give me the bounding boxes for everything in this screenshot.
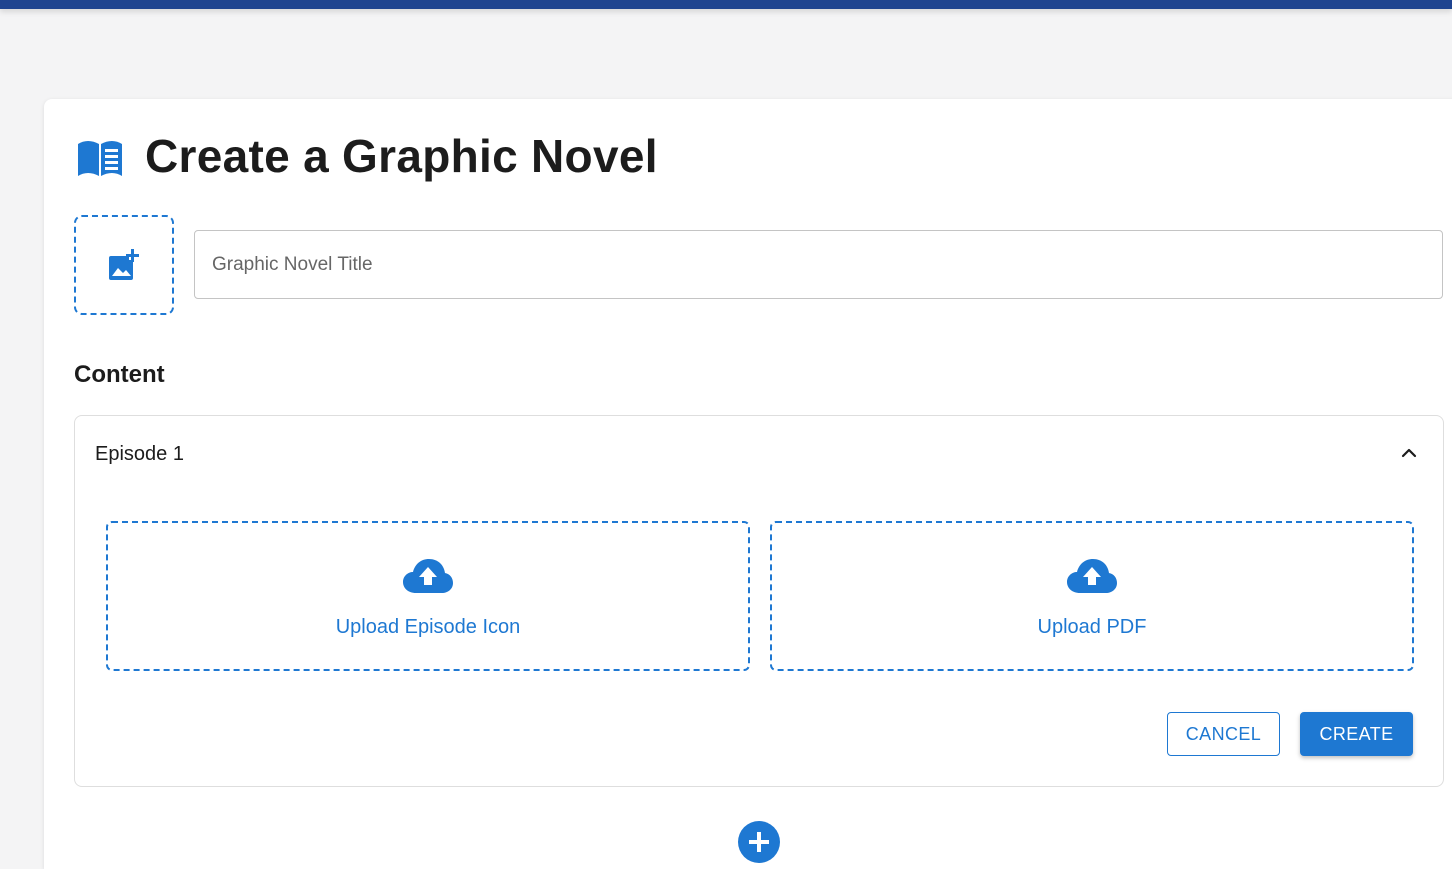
page-title: Create a Graphic Novel (145, 130, 658, 182)
add-episode-button[interactable] (738, 821, 780, 863)
top-app-bar (0, 0, 1452, 9)
content-heading: Content (74, 361, 165, 388)
episode-accordion-header[interactable]: Episode 1 (75, 416, 1443, 492)
cover-image-upload-button[interactable] (74, 215, 174, 315)
graphic-novel-title-input[interactable] (194, 230, 1443, 299)
episode-accordion: Episode 1 Upload Episode Icon Upload PDF… (74, 415, 1444, 787)
upload-pdf-dropzone[interactable]: Upload PDF (770, 521, 1414, 671)
add-photo-icon (109, 249, 139, 280)
upload-episode-icon-dropzone[interactable]: Upload Episode Icon (106, 521, 750, 671)
cloud-upload-icon (1067, 559, 1117, 593)
cancel-button[interactable]: CANCEL (1167, 712, 1280, 756)
add-circle-icon (749, 832, 769, 852)
upload-episode-icon-label: Upload Episode Icon (335, 616, 521, 638)
cloud-upload-icon (403, 559, 453, 593)
episode-title: Episode 1 (95, 443, 184, 465)
chevron-up-icon[interactable] (1401, 445, 1417, 461)
create-button[interactable]: CREATE (1300, 712, 1413, 756)
upload-pdf-label: Upload PDF (1037, 616, 1147, 638)
menu-book-icon (78, 141, 122, 176)
